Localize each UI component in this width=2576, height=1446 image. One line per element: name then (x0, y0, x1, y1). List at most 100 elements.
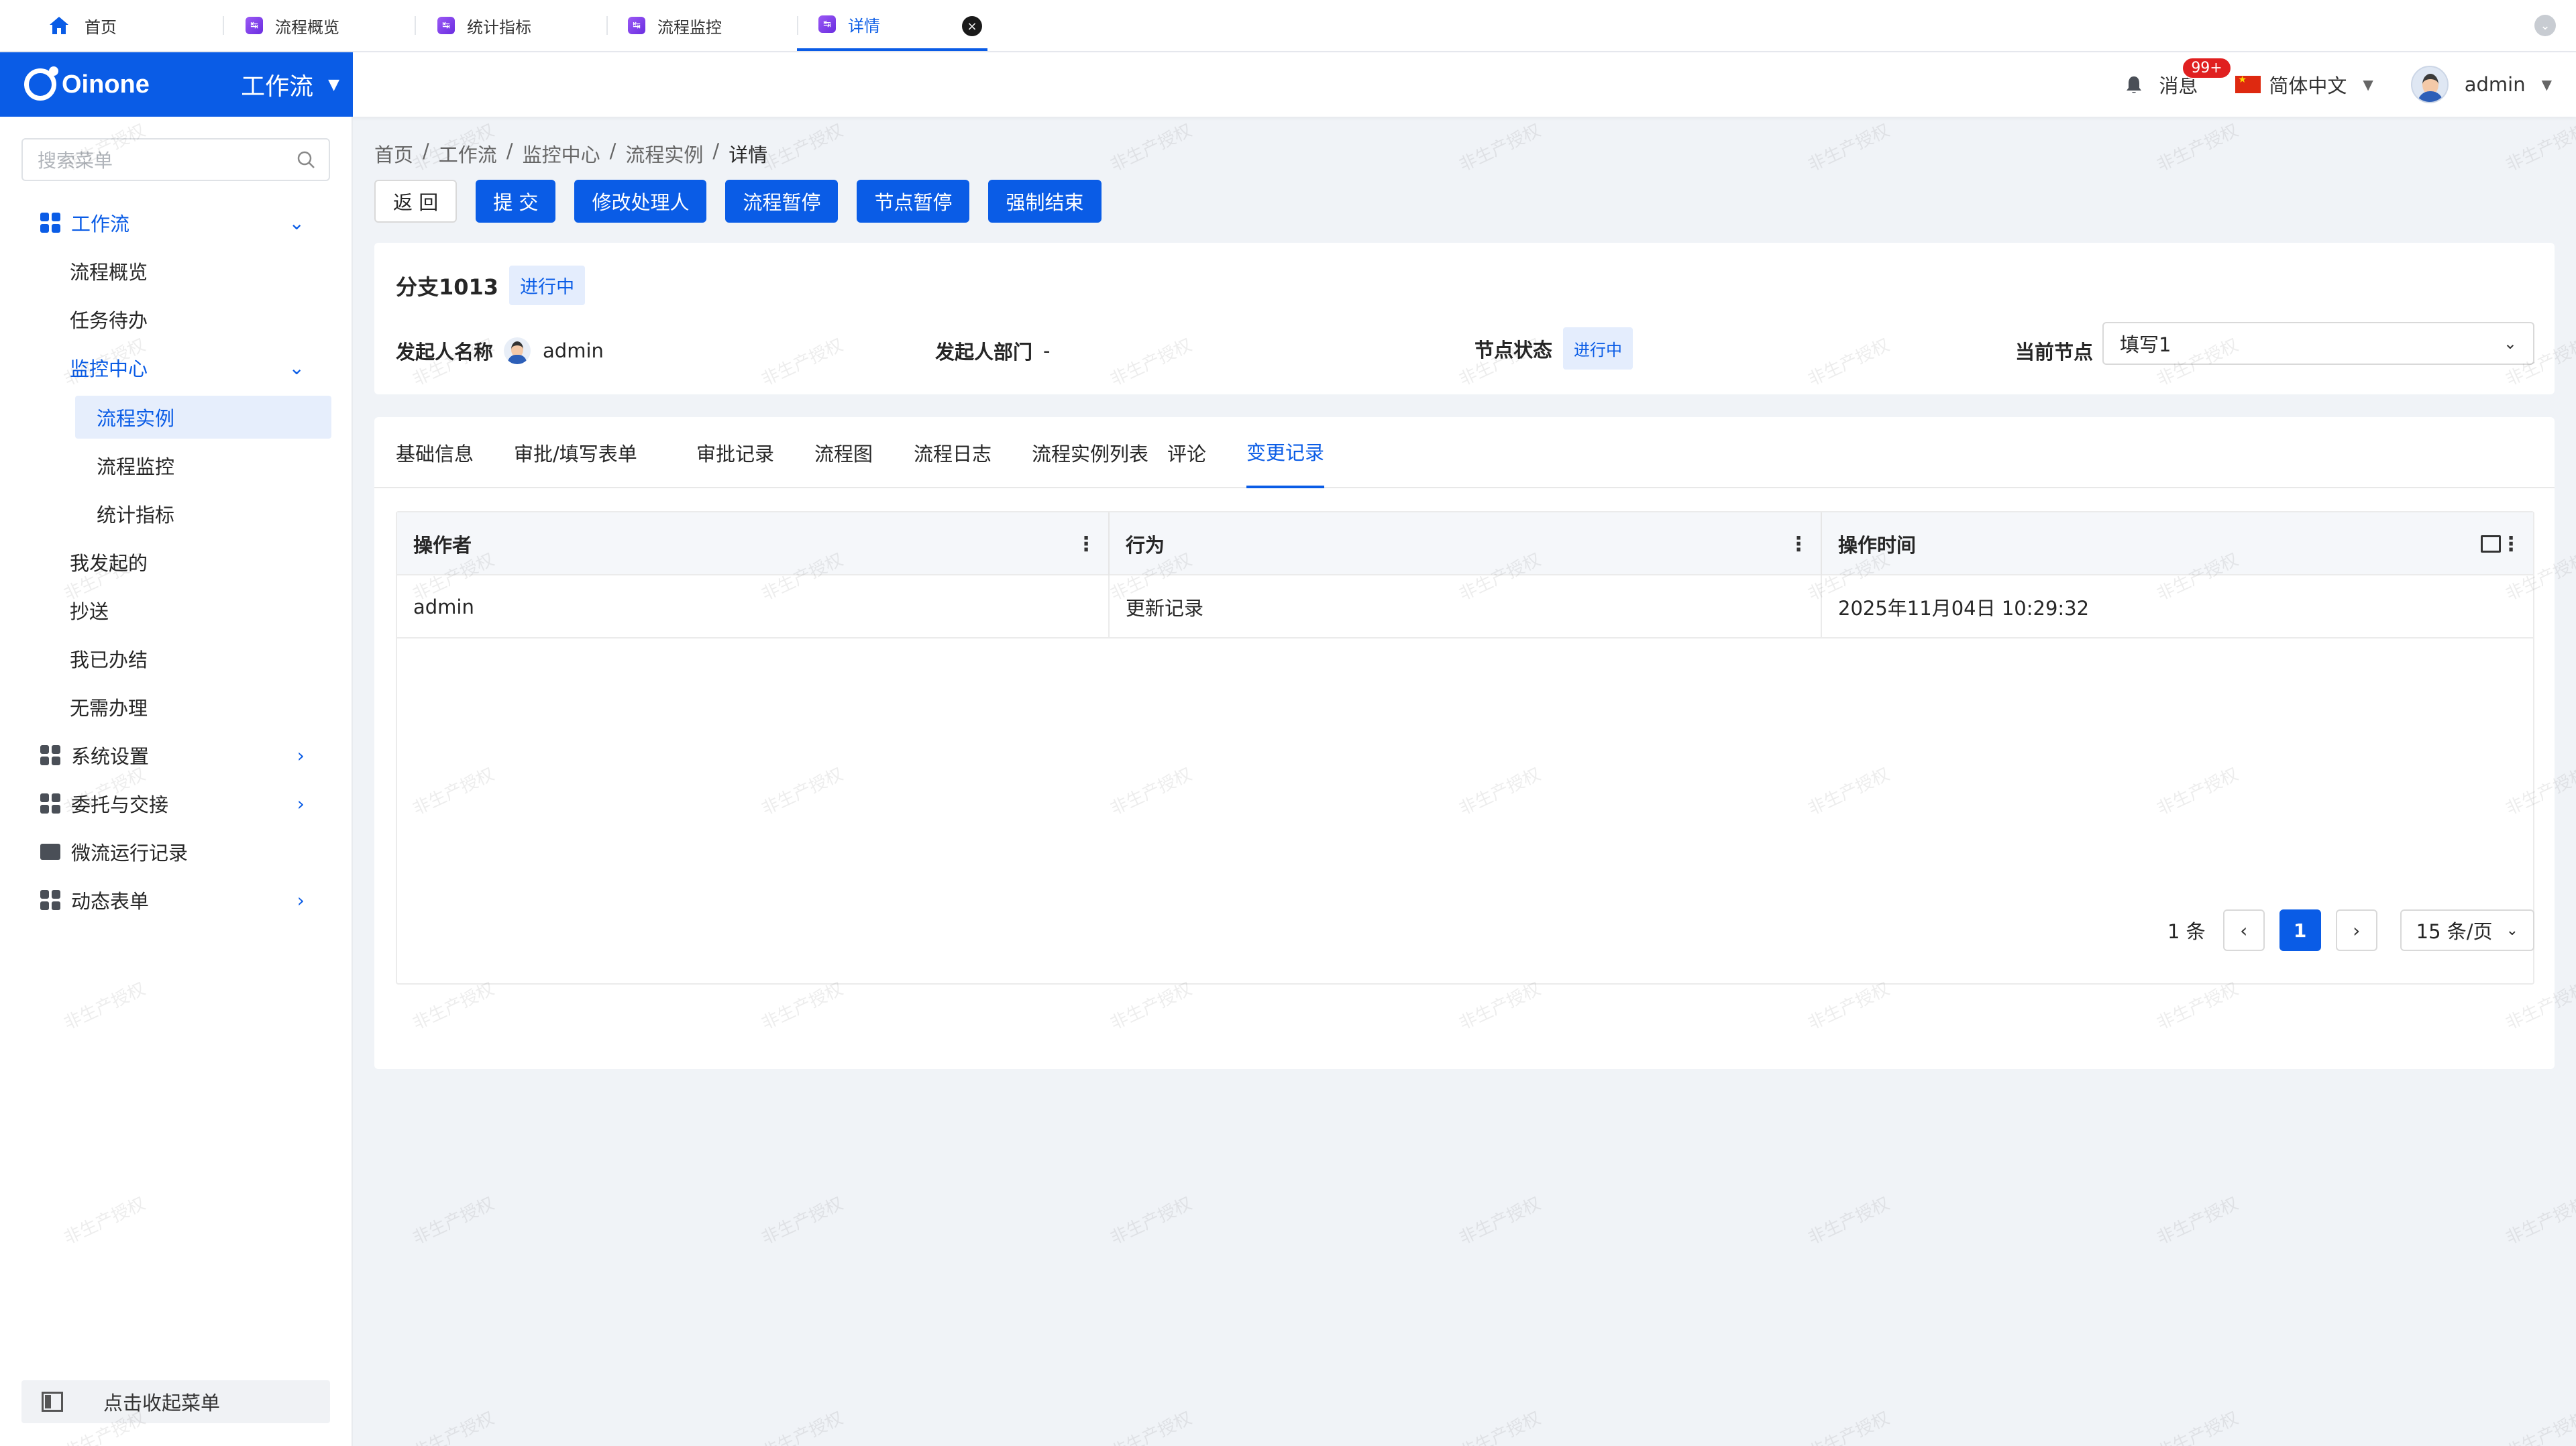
chevron-right-icon: › (297, 744, 305, 767)
more-vertical-icon[interactable]: ⋮ (1076, 533, 1096, 556)
sidebar-item-done[interactable]: 我已办结 (0, 637, 353, 680)
sidebar-item-flow-monitor[interactable]: 流程监控 (0, 444, 353, 487)
window-tab-label: 流程概览 (275, 17, 339, 37)
node-status-field: 节点状态 进行中 (1474, 327, 1633, 370)
messages-button[interactable]: 消息 99+ (2125, 57, 2232, 99)
total-count: 1 条 (2167, 920, 2206, 943)
tab-flow-log[interactable]: 流程日志 (914, 417, 991, 488)
grid-icon (40, 793, 60, 814)
sidebar-item-flow-overview[interactable]: 流程概览 (0, 249, 353, 292)
breadcrumb-item[interactable]: 监控中心 (523, 140, 600, 168)
window-tab-detail[interactable]: ↹ 详情 × (797, 0, 987, 51)
tab-flow-chart[interactable]: 流程图 (814, 417, 873, 488)
tab-divider (415, 16, 416, 35)
sidebar-item-microflow-log[interactable]: 微流运行记录 (0, 830, 353, 873)
sidebar-item-monitor-center[interactable]: 监控中心 ⌄ (0, 346, 353, 389)
breadcrumb-separator: / (423, 140, 429, 162)
change-handler-button[interactable]: 修改处理人 (574, 180, 707, 223)
sidebar-item-label: 流程监控 (97, 455, 175, 478)
sidebar-item-label: 委托与交接 (71, 793, 169, 816)
sidebar-item-system-settings[interactable]: 系统设置 › (0, 734, 353, 777)
page-size-select[interactable]: 15 条/页 ⌄ (2400, 909, 2534, 951)
table-cell: 更新记录 (1110, 575, 1822, 638)
more-vertical-icon[interactable]: ⋮ (1788, 533, 1809, 556)
column-header-operator[interactable]: 操作者 ⋮ (397, 512, 1110, 575)
tab-comments[interactable]: 评论 (1167, 417, 1206, 488)
tab-approval-form[interactable]: 审批/填写表单 (514, 417, 637, 488)
window-tab-flow-overview[interactable]: ↹ 流程概览 (246, 0, 339, 51)
breadcrumb-separator: / (609, 140, 616, 162)
more-vertical-icon[interactable]: ⋮ (2501, 533, 2521, 556)
column-header-label: 操作者 (413, 534, 472, 557)
app-switcher[interactable]: 工作流 ▼ (241, 52, 339, 117)
language-selector[interactable]: 简体中文 ▼ (2235, 70, 2373, 99)
window-tab-statistics[interactable]: ↹ 统计指标 (437, 0, 531, 51)
chevron-down-icon: ⌄ (288, 211, 305, 234)
tab-instance-list[interactable]: 流程实例列表 (1032, 417, 1148, 488)
tab-basic-info[interactable]: 基础信息 (396, 417, 474, 488)
status-badge: 进行中 (509, 266, 586, 305)
column-header-time[interactable]: 操作时间 ⋮ (1822, 512, 2533, 575)
submit-button[interactable]: 提 交 (476, 180, 556, 223)
user-menu[interactable]: admin ▼ (2410, 66, 2552, 103)
window-tab-flow-monitor[interactable]: ↹ 流程监控 (628, 0, 722, 51)
collapse-menu-button[interactable]: 点击收起菜单 (21, 1380, 330, 1423)
force-end-button[interactable]: 强制结束 (988, 180, 1102, 223)
sidebar-item-label: 动态表单 (71, 890, 150, 913)
sidebar-item-label: 系统设置 (71, 745, 150, 768)
sidebar-item-flow-instance[interactable]: 流程实例 (75, 396, 331, 439)
sidebar-item-statistics[interactable]: 统计指标 (0, 492, 353, 535)
process-title: 分支1013 进行中 (396, 266, 586, 305)
pause-flow-button[interactable]: 流程暂停 (725, 180, 839, 223)
next-page-button[interactable]: › (2335, 909, 2377, 951)
breadcrumb-item[interactable]: 工作流 (439, 140, 497, 168)
table-row[interactable]: admin 更新记录 2025年11月04日 10:29:32 (397, 575, 2533, 638)
window-tab-label: 详情 (848, 16, 880, 36)
sidebar-item-label: 抄送 (70, 600, 109, 623)
menu-search-input[interactable]: 搜索菜单 (21, 138, 330, 181)
breadcrumb-separator: / (712, 140, 720, 162)
tab-change-records[interactable]: 变更记录 (1246, 417, 1325, 488)
oinone-logo[interactable]: Oinone (24, 66, 150, 101)
chevron-left-icon: ‹ (2240, 919, 2248, 942)
department-value: - (1043, 339, 1051, 362)
back-button[interactable]: 返 回 (374, 180, 458, 223)
sidebar-item-todo[interactable]: 任务待办 (0, 298, 353, 341)
chevron-right-icon: › (297, 792, 305, 815)
table-header: 操作者 ⋮ 行为 ⋮ 操作时间 ⋮ (397, 512, 2533, 575)
sidebar-item-label: 流程概览 (70, 261, 148, 284)
column-header-label: 操作时间 (1838, 534, 1917, 557)
tabs-dropdown-icon[interactable]: ⌄ (2534, 15, 2556, 36)
process-name: 分支1013 (396, 274, 499, 300)
pause-node-button[interactable]: 节点暂停 (857, 180, 970, 223)
language-label: 简体中文 (2269, 74, 2347, 97)
column-settings-icon[interactable] (2481, 535, 2501, 553)
pagination: 1 条 ‹ 1 › 15 条/页 ⌄ (2167, 909, 2555, 951)
page-button-current[interactable]: 1 (2279, 909, 2321, 951)
caret-down-icon: ▼ (328, 76, 339, 93)
sidebar-item-workflow[interactable]: 工作流 ⌄ (0, 201, 353, 244)
breadcrumb-current: 详情 (729, 144, 768, 166)
window-tab-label: 流程监控 (657, 17, 722, 37)
sidebar-item-cc[interactable]: 抄送 (0, 589, 353, 632)
close-tab-icon[interactable]: × (962, 16, 982, 36)
column-header-action[interactable]: 行为 ⋮ (1110, 512, 1822, 575)
sidebar-item-label: 工作流 (71, 213, 130, 235)
prev-page-button[interactable]: ‹ (2222, 909, 2265, 951)
sidebar-item-no-action[interactable]: 无需办理 (0, 685, 353, 728)
brand-bar: Oinone 工作流 ▼ (0, 52, 353, 117)
sidebar-item-delegation[interactable]: 委托与交接 › (0, 782, 353, 825)
current-node-select[interactable]: 填写1 ⌄ (2102, 322, 2534, 365)
column-header-label: 行为 (1126, 534, 1165, 557)
grid-icon (40, 890, 60, 910)
window-tab-home[interactable]: 首页 (48, 0, 117, 51)
chevron-down-icon: ⌄ (2503, 334, 2517, 353)
window-tab-label: 首页 (85, 17, 117, 37)
sidebar-collapse-icon (42, 1392, 63, 1412)
breadcrumb-item[interactable]: 流程实例 (625, 140, 703, 168)
sidebar-item-initiated[interactable]: 我发起的 (0, 541, 353, 583)
user-avatar (2410, 66, 2449, 103)
tab-approval-records[interactable]: 审批记录 (696, 417, 774, 488)
sidebar-item-dynamic-form[interactable]: 动态表单 › (0, 879, 353, 922)
breadcrumb-item[interactable]: 首页 (374, 140, 413, 168)
